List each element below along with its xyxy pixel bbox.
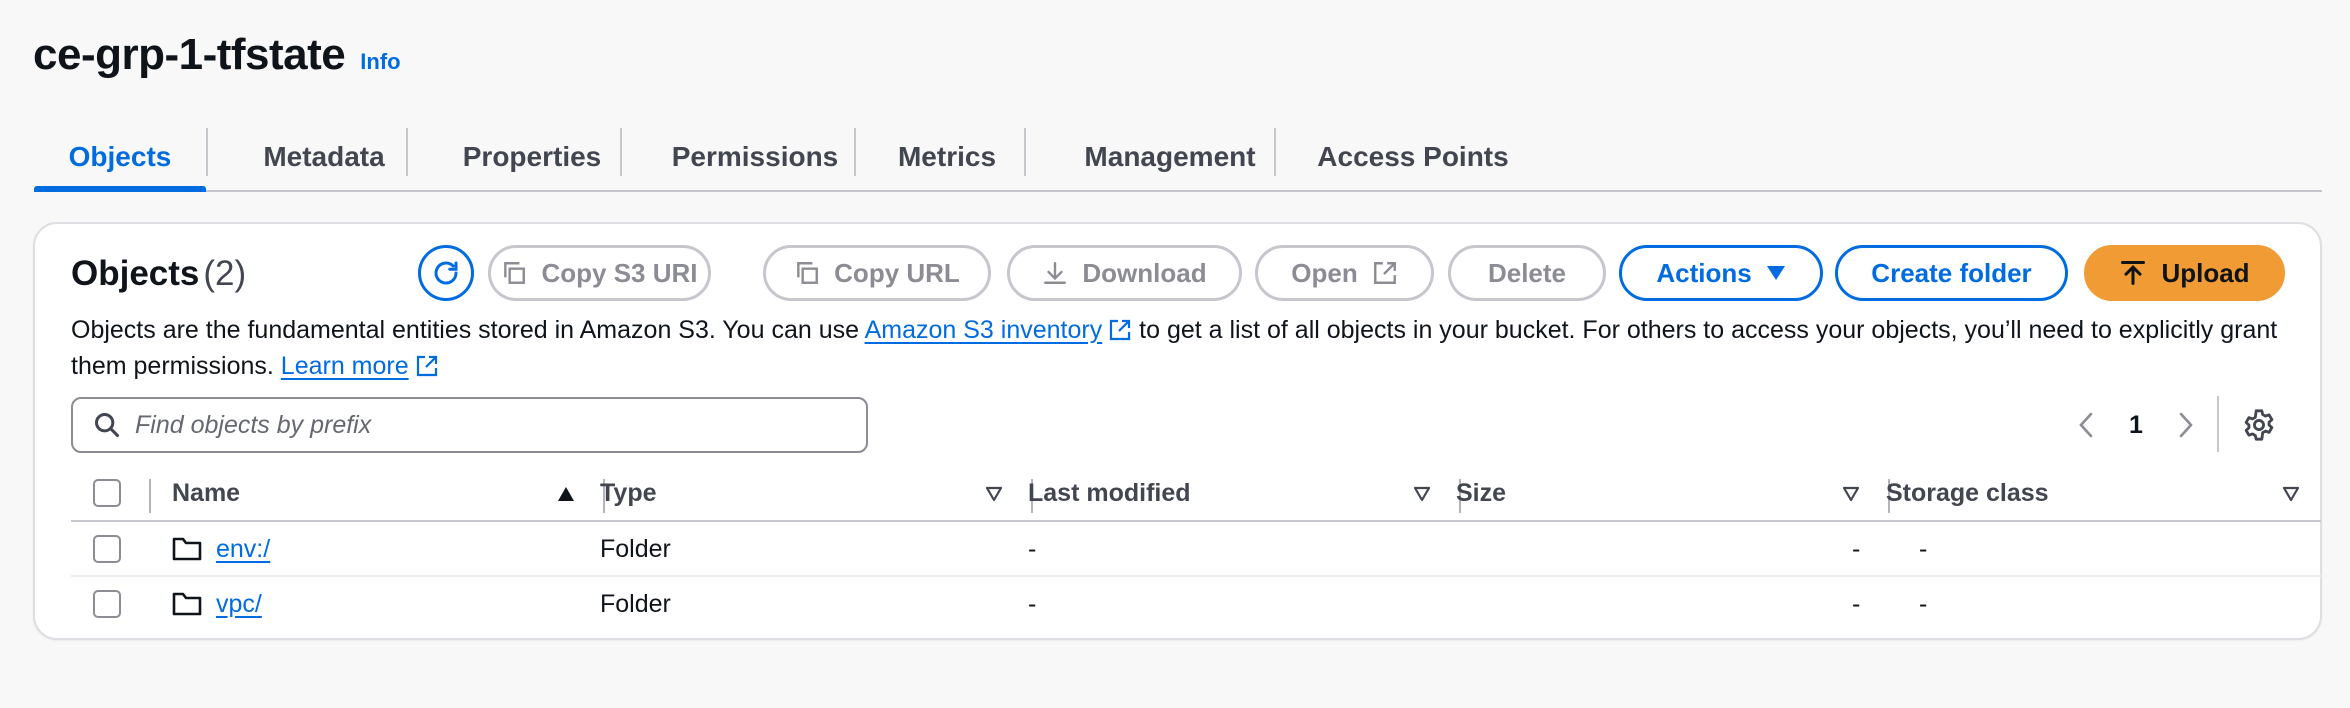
objects-title: Objects [71,254,200,293]
gear-icon [2244,409,2274,441]
copy-s3-uri-button[interactable]: Copy S3 URI [488,245,711,301]
storage-class-cell: - [1919,534,1928,563]
pagination-divider [2217,396,2219,452]
tab-bar: Objects Metadata Properties Permissions … [34,124,2322,192]
tab-permissions[interactable]: Permissions [622,124,888,190]
objects-table: Name Type Last modified Size Storage cla… [71,466,2321,632]
tab-management[interactable]: Management [1026,124,1314,190]
search-input[interactable] [135,410,835,440]
tab-metrics[interactable]: Metrics [856,124,1038,190]
refresh-button[interactable] [418,245,474,301]
chevron-right-icon [2179,412,2193,438]
row-select-cell [93,577,121,631]
actions-label: Actions [1656,257,1752,288]
upload-icon [2121,260,2146,286]
name-cell: env:/ [172,522,270,576]
column-header-last-modified[interactable]: Last modified [1028,466,1191,520]
open-label: Open [1291,257,1358,288]
objects-panel: Objects (2) Copy S3 URI Copy URL Download… [33,222,2322,640]
type-cell: Folder [600,589,671,618]
s3-inventory-link[interactable]: Amazon S3 inventory [865,316,1133,344]
objects-heading: Objects (2) [71,254,246,294]
copy-icon [797,262,819,284]
sort-icon[interactable] [1842,486,1860,502]
objects-count: (2) [203,254,247,293]
delete-button[interactable]: Delete [1448,245,1606,301]
object-link[interactable]: vpc/ [216,590,262,619]
type-cell: Folder [600,534,671,563]
upload-label: Upload [2161,257,2250,288]
delete-label: Delete [1487,257,1567,288]
last-modified-cell: - [1028,534,1037,563]
copy-url-button[interactable]: Copy URL [763,245,991,301]
learn-more-label: Learn more [280,352,409,380]
name-cell: vpc/ [172,577,262,631]
copy-s3-uri-label: Copy S3 URI [541,257,698,288]
description-text: Objects are the fundamental entities sto… [71,316,865,344]
table-row: env:/ Folder - - - [71,522,2321,577]
download-button[interactable]: Download [1007,245,1242,301]
storage-class-cell: - [1919,589,1928,618]
column-divider [149,479,151,513]
sort-icon[interactable] [1413,486,1431,502]
folder-icon [172,537,202,561]
search-icon [94,412,120,438]
sort-icon[interactable] [2282,486,2300,502]
copy-icon [504,262,526,284]
last-modified-cell: - [1028,589,1037,618]
size-cell: - [1852,534,1861,563]
row-checkbox[interactable] [93,590,121,618]
external-link-icon [1110,319,1131,341]
tab-properties[interactable]: Properties [408,124,656,190]
size-cell: - [1852,589,1861,618]
preferences-button[interactable] [2240,406,2278,444]
row-select-cell [93,522,121,576]
caret-down-icon [1766,266,1785,280]
create-folder-label: Create folder [1871,257,2032,288]
page-title: ce-grp-1-tfstate [33,30,346,79]
sort-icon[interactable] [985,486,1003,502]
search-box [71,397,868,453]
download-label: Download [1082,257,1207,288]
row-checkbox[interactable] [93,535,121,563]
download-icon [1044,262,1067,284]
upload-button[interactable]: Upload [2084,245,2285,301]
external-link-icon [1373,262,1396,284]
previous-page-button[interactable] [2071,402,2101,448]
tab-objects[interactable]: Objects [34,124,206,192]
chevron-left-icon [2079,412,2093,438]
refresh-icon [434,261,458,285]
info-link[interactable]: Info [360,49,400,75]
pagination: 1 [2071,402,2201,448]
actions-dropdown[interactable]: Actions [1619,245,1823,301]
tab-access-points[interactable]: Access Points [1276,124,1550,190]
folder-icon [172,592,202,616]
page-number[interactable]: 1 [2101,411,2171,440]
objects-description: Objects are the fundamental entities sto… [71,312,2321,384]
sort-ascending-icon[interactable] [557,486,575,502]
external-link-icon [416,355,437,377]
column-header-storage-class[interactable]: Storage class [1886,466,2049,520]
s3-inventory-link-label: Amazon S3 inventory [864,316,1103,344]
select-all-cell [93,466,121,520]
open-button[interactable]: Open [1255,245,1434,301]
object-link[interactable]: env:/ [216,535,270,564]
create-folder-button[interactable]: Create folder [1835,245,2068,301]
next-page-button[interactable] [2171,402,2201,448]
learn-more-link[interactable]: Learn more [281,352,439,380]
column-header-size[interactable]: Size [1456,466,1506,520]
column-header-type[interactable]: Type [600,466,657,520]
copy-url-label: Copy URL [834,257,960,288]
page-header: ce-grp-1-tfstate Info [33,30,401,80]
select-all-checkbox[interactable] [93,479,121,507]
column-header-name[interactable]: Name [172,466,240,520]
table-row: vpc/ Folder - - - [71,577,2321,632]
table-header: Name Type Last modified Size Storage cla… [71,466,2321,522]
